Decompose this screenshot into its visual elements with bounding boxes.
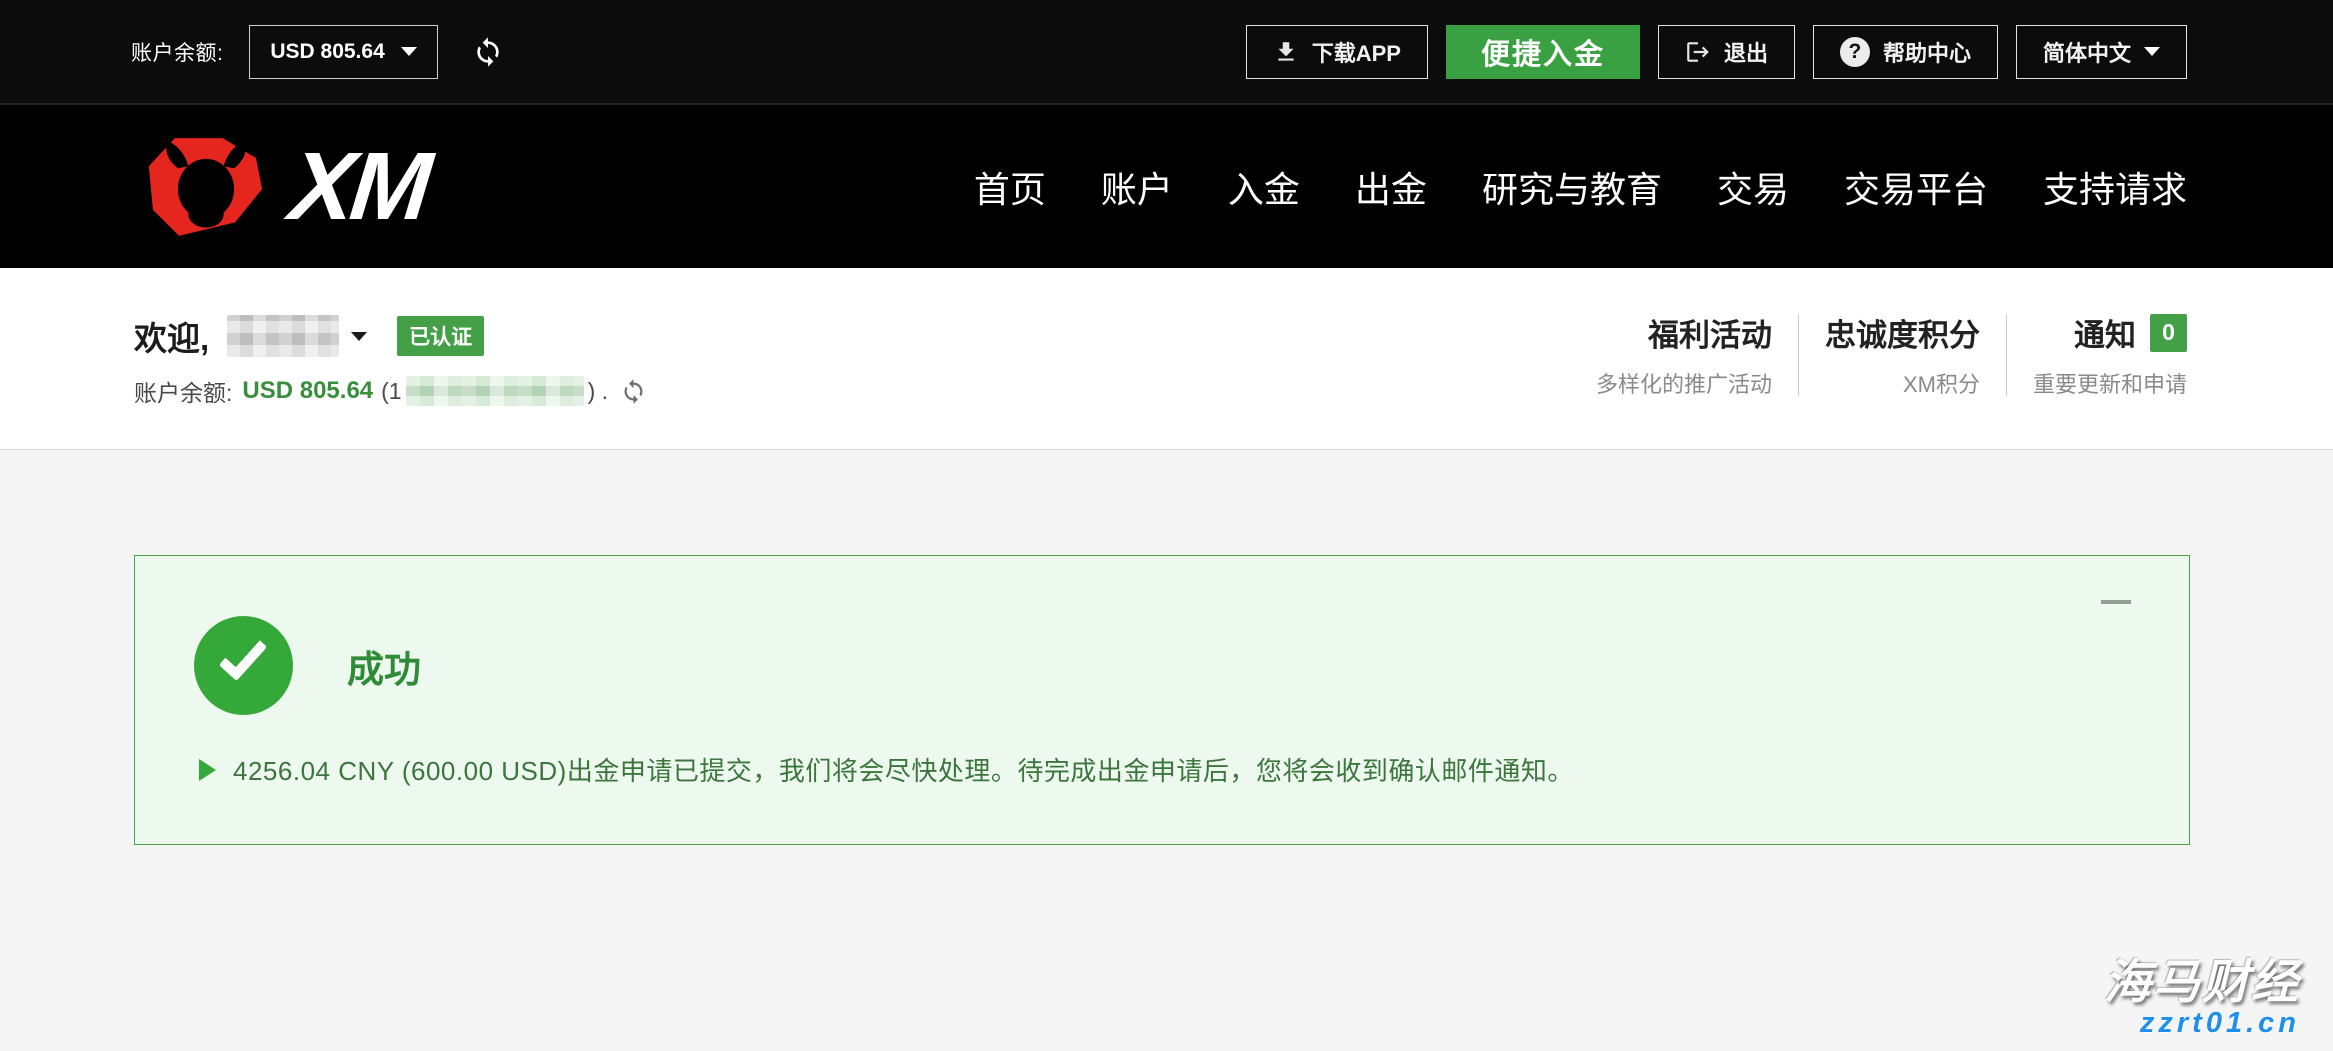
download-icon [1273, 39, 1299, 65]
xm-logo-text: XM [286, 139, 432, 235]
top-utility-bar: 账户余额: USD 805.64 下载APP 便捷入金 [0, 0, 2333, 105]
welcome-balance-value: USD 805.64 [242, 377, 373, 405]
bullet-triangle-icon [199, 759, 216, 781]
checkmark-glyph [219, 631, 268, 681]
redacted-username [227, 315, 339, 357]
promotions-title: 福利活动 [1596, 310, 1772, 355]
help-icon: ? [1840, 37, 1870, 67]
xm-client-portal-page: 账户余额: USD 805.64 下载APP 便捷入金 [0, 0, 2333, 1051]
account-balance-value: USD 805.64 [270, 40, 384, 64]
welcome-quick-links: 福利活动 多样化的推广活动 忠诚度积分 XM积分 通知 0 重要更新和申请 [1570, 268, 2187, 449]
welcome-row: 欢迎, 已认证 [134, 312, 647, 360]
notifications-title: 通知 [2074, 310, 2136, 355]
nav-item-home[interactable]: 首页 [974, 161, 1046, 213]
xm-logo[interactable]: XM [131, 135, 427, 239]
nav-item-trading[interactable]: 交易 [1717, 161, 1789, 213]
quick-deposit-button[interactable]: 便捷入金 [1446, 25, 1640, 79]
loyalty-points-widget[interactable]: 忠诚度积分 XM积分 [1799, 310, 2006, 399]
redacted-account-number [406, 376, 584, 406]
account-number-suffix: ) . [588, 378, 608, 405]
watermark-url: zzrt01.cn [2104, 1008, 2300, 1039]
logout-label: 退出 [1724, 36, 1768, 68]
loyalty-subtitle: XM积分 [1825, 367, 1980, 399]
chevron-down-icon [2144, 47, 2160, 56]
success-message-text: 4256.04 CNY (600.00 USD)出金申请已提交，我们将会尽快处理… [233, 751, 1574, 788]
promotions-subtitle: 多样化的推广活动 [1596, 367, 1772, 399]
withdrawal-success-panel: 成功 4256.04 CNY (600.00 USD)出金申请已提交，我们将会尽… [134, 555, 2190, 845]
site-watermark: 海马财经 zzrt01.cn [2104, 957, 2300, 1039]
balance-row: 账户余额: USD 805.64 (1 ) . [134, 374, 647, 408]
help-center-label: 帮助中心 [1883, 36, 1971, 68]
nav-menu: 首页 账户 入金 出金 研究与教育 交易 交易平台 支持请求 [974, 161, 2187, 213]
nav-item-platforms[interactable]: 交易平台 [1844, 161, 1988, 213]
nav-item-support[interactable]: 支持请求 [2043, 161, 2187, 213]
loyalty-title: 忠诚度积分 [1825, 310, 1980, 355]
verified-status-badge: 已认证 [397, 316, 484, 356]
welcome-info: 欢迎, 已认证 账户余额: USD 805.64 (1 ) . [134, 268, 647, 449]
welcome-balance-label: 账户余额: [134, 374, 232, 408]
language-selector-button[interactable]: 简体中文 [2016, 25, 2187, 79]
nav-item-withdraw[interactable]: 出金 [1355, 161, 1427, 213]
main-content: 成功 4256.04 CNY (600.00 USD)出金申请已提交，我们将会尽… [0, 450, 2333, 1051]
topbar-balance-label: 账户余额: [131, 37, 223, 67]
xm-bull-icon [131, 135, 281, 239]
notification-count-badge: 0 [2150, 314, 2187, 352]
refresh-icon[interactable] [472, 36, 504, 68]
chevron-down-icon[interactable] [351, 332, 367, 341]
notifications-widget[interactable]: 通知 0 重要更新和申请 [2007, 310, 2187, 399]
refresh-icon[interactable] [620, 378, 647, 405]
welcome-band: 欢迎, 已认证 账户余额: USD 805.64 (1 ) . 福利活动 多样化… [0, 268, 2333, 450]
success-title: 成功 [347, 639, 421, 693]
topbar-actions: 下载APP 便捷入金 退出 ? 帮助中心 简体中文 [1246, 25, 2187, 79]
nav-item-research-education[interactable]: 研究与教育 [1482, 161, 1662, 213]
notifications-subtitle: 重要更新和申请 [2033, 367, 2187, 399]
account-balance-dropdown[interactable]: USD 805.64 [249, 25, 437, 79]
help-center-button[interactable]: ? 帮助中心 [1813, 25, 1998, 79]
welcome-greeting: 欢迎, [134, 312, 209, 360]
main-navigation-bar: XM 首页 账户 入金 出金 研究与教育 交易 交易平台 支持请求 [0, 105, 2333, 268]
download-app-button[interactable]: 下载APP [1246, 25, 1428, 79]
account-number-prefix: (1 [381, 378, 401, 405]
promotions-widget[interactable]: 福利活动 多样化的推广活动 [1570, 310, 1798, 399]
language-label: 简体中文 [2043, 36, 2131, 68]
download-app-label: 下载APP [1312, 36, 1401, 68]
nav-item-account[interactable]: 账户 [1101, 161, 1173, 213]
success-check-icon [194, 616, 293, 715]
chevron-down-icon [401, 47, 417, 56]
collapse-panel-icon[interactable] [2101, 600, 2131, 604]
watermark-brand: 海马财经 [2104, 957, 2300, 1008]
logout-icon [1685, 39, 1711, 65]
quick-deposit-label: 便捷入金 [1481, 31, 1605, 73]
nav-item-deposit[interactable]: 入金 [1228, 161, 1300, 213]
topbar-balance-group: 账户余额: USD 805.64 [131, 25, 504, 79]
logout-button[interactable]: 退出 [1658, 25, 1795, 79]
success-message-row: 4256.04 CNY (600.00 USD)出金申请已提交，我们将会尽快处理… [135, 751, 2189, 788]
success-header: 成功 [135, 556, 2189, 715]
